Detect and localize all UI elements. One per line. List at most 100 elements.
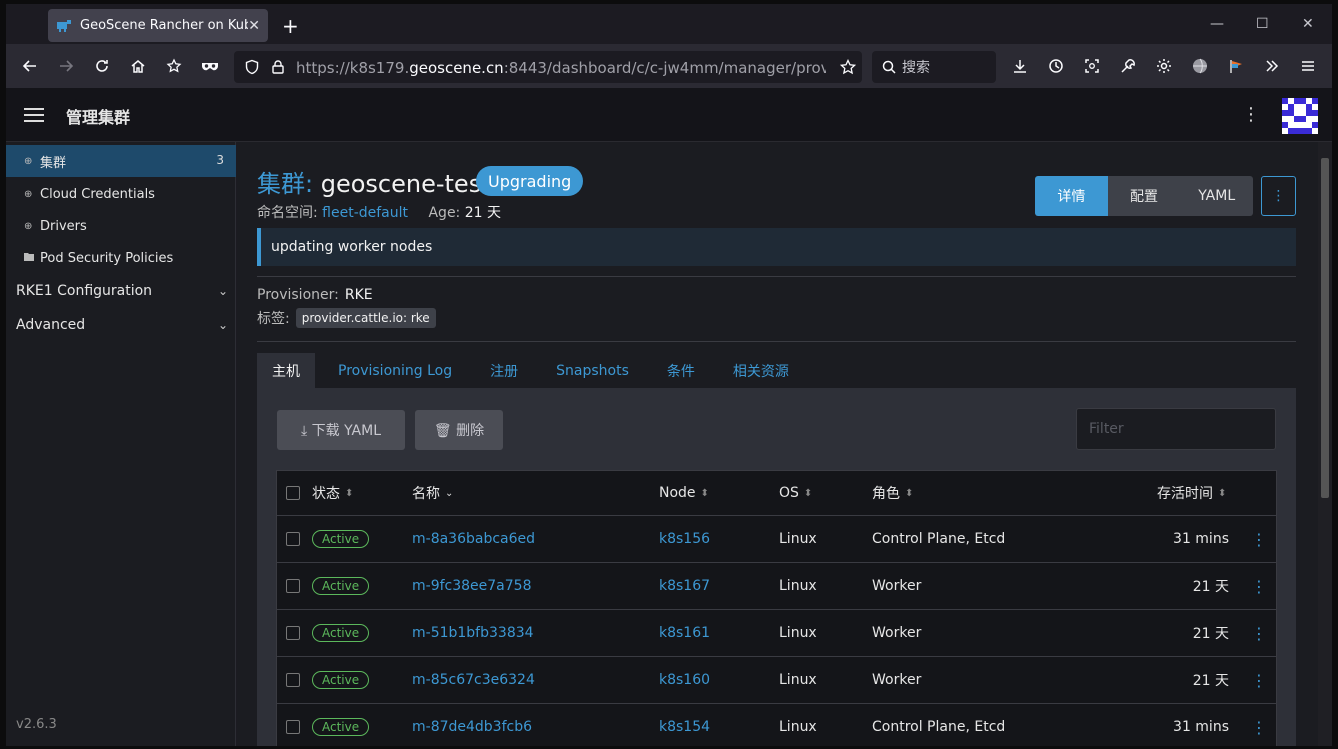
actions-kebab-button[interactable]: ⋮ — [1261, 176, 1296, 216]
extension-flag-icon[interactable] — [1226, 56, 1246, 76]
close-window-button[interactable]: ✕ — [1302, 16, 1314, 32]
column-header-age[interactable]: 存活时间 ⬍ — [1157, 471, 1226, 515]
search-bar[interactable]: 搜索 — [872, 51, 996, 83]
shield-icon[interactable] — [242, 57, 262, 77]
row-kebab-icon[interactable]: ⋮ — [1251, 704, 1267, 746]
role-value: Control Plane, Etcd — [872, 531, 1006, 547]
delete-button[interactable]: 🗑 删除 — [415, 410, 503, 450]
detail-view-button[interactable]: 详情 — [1035, 176, 1108, 216]
gear-icon[interactable] — [1154, 56, 1174, 76]
row-kebab-icon[interactable]: ⋮ — [1251, 516, 1267, 562]
globe-icon: ⊕ — [24, 188, 33, 200]
downloads-icon[interactable] — [1010, 56, 1030, 76]
main-scrollbar[interactable] — [1318, 142, 1332, 746]
menu-hamburger-icon[interactable] — [1298, 56, 1318, 76]
back-icon[interactable] — [20, 56, 40, 76]
column-header-node[interactable]: Node ⬍ — [659, 471, 709, 515]
resource-name: geoscene-test — [320, 170, 491, 198]
table-row: Active m-87de4db3fcb6 k8s154 Linux Contr… — [277, 703, 1276, 746]
sidebar-item-clusters[interactable]: ⊕ 集群 3 — [6, 145, 236, 177]
minimize-button[interactable]: — — [1210, 16, 1224, 32]
url-bar[interactable]: https://k8s179.geoscene.cn:8443/dashboar… — [234, 51, 862, 83]
home-icon[interactable] — [128, 56, 148, 76]
age-value: 21 天 — [464, 205, 501, 221]
os-value: Linux — [779, 625, 817, 641]
column-header-state[interactable]: 状态 ⬍ — [312, 471, 353, 515]
titlebar: GeoScene Rancher on Kubernetes ✕ + — ☐ ✕ — [6, 4, 1332, 44]
machine-name-link[interactable]: m-85c67c3e6324 — [412, 657, 535, 703]
sidebar-item-drivers[interactable]: ⊕ Drivers — [6, 210, 236, 242]
table-row: Active m-51b1bfb33834 k8s161 Linux Worke… — [277, 609, 1276, 656]
row-checkbox[interactable] — [286, 673, 300, 687]
wrench-icon[interactable] — [1118, 56, 1138, 76]
tab-title: GeoScene Rancher on Kubernetes — [80, 18, 249, 33]
avatar[interactable] — [1282, 98, 1318, 134]
node-link[interactable]: k8s154 — [659, 704, 710, 746]
tab-close-icon[interactable]: ✕ — [248, 18, 260, 34]
scrollbar-thumb[interactable] — [1321, 158, 1329, 498]
forward-icon[interactable] — [56, 56, 76, 76]
config-view-button[interactable]: 配置 — [1107, 176, 1181, 216]
bookmark-page-star-icon[interactable] — [838, 57, 858, 77]
lock-icon[interactable] — [268, 57, 288, 77]
screenshot-icon[interactable] — [1082, 56, 1102, 76]
globe-icon: ⊕ — [24, 220, 33, 232]
resource-kind-link[interactable]: 集群: — [257, 170, 313, 198]
browser-navbar: https://k8s179.geoscene.cn:8443/dashboar… — [6, 44, 1332, 88]
chevron-down-icon: ⌄ — [217, 318, 228, 332]
history-clock-icon[interactable] — [1046, 56, 1066, 76]
menu-icon[interactable] — [24, 108, 44, 122]
tab-registration[interactable]: 注册 — [475, 353, 533, 388]
private-mask-icon[interactable] — [200, 56, 220, 76]
node-link[interactable]: k8s160 — [659, 657, 710, 703]
bookmark-star-icon[interactable] — [164, 56, 184, 76]
machine-name-link[interactable]: m-51b1bfb33834 — [412, 610, 534, 656]
tab-related-resources[interactable]: 相关资源 — [718, 353, 804, 388]
browser-tab[interactable]: GeoScene Rancher on Kubernetes ✕ — [48, 9, 268, 42]
machine-name-link[interactable]: m-8a36babca6ed — [412, 516, 535, 562]
node-link[interactable]: k8s161 — [659, 610, 710, 656]
row-kebab-icon[interactable]: ⋮ — [1251, 657, 1267, 703]
provisioner-row: Provisioner: RKE — [257, 287, 373, 303]
select-all-checkbox[interactable] — [286, 486, 300, 500]
sidebar-item-pod-security-policies[interactable]: Pod Security Policies — [6, 242, 236, 274]
maximize-button[interactable]: ☐ — [1256, 16, 1269, 32]
node-link[interactable]: k8s167 — [659, 563, 710, 609]
tab-conditions[interactable]: 条件 — [652, 353, 710, 388]
node-link[interactable]: k8s156 — [659, 516, 710, 562]
sidebar-group-rke1-configuration[interactable]: RKE1 Configuration ⌄ — [16, 276, 228, 306]
machine-name-link[interactable]: m-87de4db3fcb6 — [412, 704, 532, 746]
column-header-os[interactable]: OS ⬍ — [779, 471, 812, 515]
url-text[interactable]: https://k8s179.geoscene.cn:8443/dashboar… — [296, 59, 826, 77]
sidebar-group-advanced[interactable]: Advanced ⌄ — [16, 310, 228, 340]
download-yaml-button[interactable]: ⤓ 下载 YAML — [277, 410, 405, 450]
new-tab-button[interactable]: + — [282, 14, 299, 38]
provisioner-value: RKE — [344, 287, 373, 303]
namespace-link[interactable]: fleet-default — [322, 205, 408, 221]
row-checkbox[interactable] — [286, 532, 300, 546]
yaml-view-button[interactable]: YAML — [1180, 176, 1253, 216]
column-header-name[interactable]: 名称 ⌄ — [412, 471, 453, 515]
tab-machines[interactable]: 主机 — [257, 353, 315, 388]
state-badge: Active — [312, 577, 370, 595]
row-kebab-icon[interactable]: ⋮ — [1251, 563, 1267, 609]
divider — [257, 276, 1296, 277]
overflow-chevrons-icon[interactable] — [1262, 56, 1282, 76]
filter-input[interactable] — [1089, 421, 1269, 437]
sidebar-item-label: Cloud Credentials — [40, 186, 155, 202]
row-checkbox[interactable] — [286, 720, 300, 734]
row-checkbox[interactable] — [286, 626, 300, 640]
extension-globe-icon[interactable] — [1190, 56, 1210, 76]
tab-snapshots[interactable]: Snapshots — [541, 353, 644, 388]
search-placeholder: 搜索 — [902, 60, 930, 76]
tab-provisioning-log[interactable]: Provisioning Log — [323, 353, 467, 388]
sidebar-item-cloud-credentials[interactable]: ⊕ Cloud Credentials — [6, 178, 236, 210]
role-value: Worker — [872, 578, 922, 594]
browser-window: GeoScene Rancher on Kubernetes ✕ + — ☐ ✕ — [6, 4, 1332, 746]
reload-icon[interactable] — [92, 56, 112, 76]
machine-name-link[interactable]: m-9fc38ee7a758 — [412, 563, 531, 609]
header-kebab-icon[interactable]: ⋮ — [1242, 104, 1260, 125]
row-checkbox[interactable] — [286, 579, 300, 593]
row-kebab-icon[interactable]: ⋮ — [1251, 610, 1267, 656]
column-header-role[interactable]: 角色 ⬍ — [872, 471, 913, 515]
